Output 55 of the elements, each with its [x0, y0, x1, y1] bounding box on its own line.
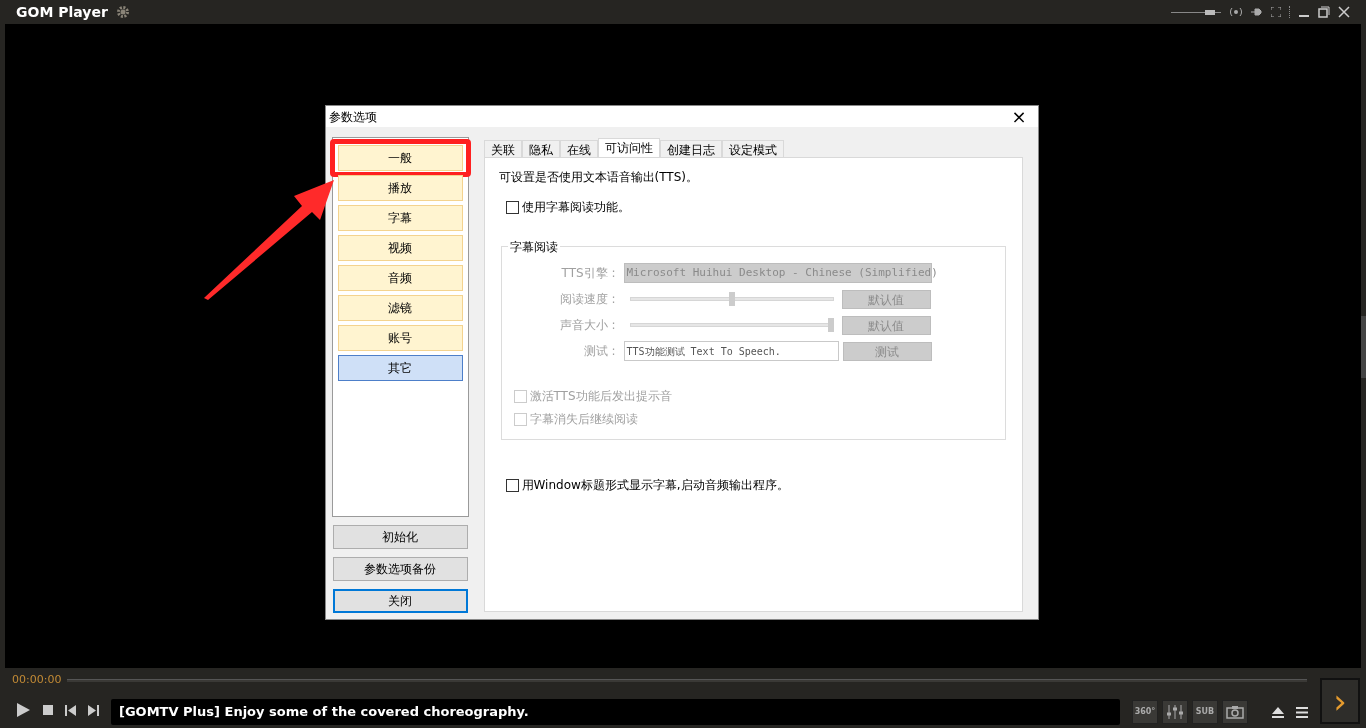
subtitle-button[interactable]: SUB [1192, 700, 1218, 724]
equalizer-button[interactable] [1162, 700, 1188, 724]
play-icon[interactable] [15, 702, 31, 718]
tab[interactable]: 创建日志 [659, 140, 722, 157]
category-item[interactable]: 音频 [337, 265, 463, 291]
next-panel-button[interactable]: › [1320, 678, 1360, 724]
tab[interactable]: 隐私 [521, 140, 560, 157]
menu-icon[interactable] [1296, 706, 1308, 718]
gear-icon[interactable] [115, 5, 130, 19]
pin-icon[interactable] [1251, 7, 1263, 17]
dialog-button[interactable]: 初始化 [332, 525, 468, 549]
ticker-text: [GOMTV Plus] Enjoy some of the covered choreography. [119, 703, 529, 722]
equalizer-icon [1166, 704, 1184, 720]
category-item[interactable]: 账号 [337, 325, 463, 351]
app-title: GOM Player [16, 2, 108, 22]
dialog-button[interactable]: 参数选项备份 [332, 557, 468, 581]
tab[interactable]: 在线 [559, 140, 598, 157]
tab[interactable]: 设定模式 [721, 140, 784, 157]
volume-thumb[interactable] [1205, 9, 1215, 15]
next-icon[interactable] [88, 704, 99, 716]
fullscreen-icon[interactable] [1271, 7, 1281, 17]
field-label: 测试 : [582, 343, 617, 360]
tab[interactable]: 关联 [483, 140, 522, 157]
category-item[interactable]: 字幕 [337, 205, 463, 231]
dialog-title: 参数选项 [328, 108, 377, 126]
checkbox-label: 使用字幕阅读功能。 [521, 199, 630, 216]
group-title: 字幕阅读 [507, 238, 560, 256]
tab[interactable]: 可访问性 [597, 138, 660, 157]
field-label: 声音大小 : [558, 317, 617, 334]
previous-icon[interactable] [65, 704, 76, 716]
field-label: 阅读速度 : [558, 291, 617, 308]
close-button[interactable]: × [1003, 107, 1035, 126]
camera-button[interactable] [1222, 700, 1248, 724]
dropdown-value: Microsoft Huihui Desktop - Chinese (Simplified) [626, 264, 938, 281]
side-handle[interactable] [1361, 316, 1366, 378]
restore-icon[interactable] [1318, 6, 1330, 18]
vr-button[interactable]: 360° [1132, 700, 1158, 724]
close-icon[interactable] [1338, 6, 1350, 18]
checkbox-label: 字幕消失后继续阅读 [529, 411, 638, 428]
checkbox[interactable] [505, 200, 519, 214]
broadcast-icon[interactable] [1229, 7, 1243, 17]
camera-icon [1226, 705, 1244, 719]
eject-icon[interactable] [1272, 706, 1284, 718]
time-display: 00:00:00 [12, 671, 62, 688]
checkbox-label: 激活TTS功能后发出提示音 [529, 388, 672, 405]
category-item[interactable]: 播放 [337, 175, 463, 201]
checkbox-label: 用Window标题形式显示字幕,启动音频输出程序。 [521, 477, 789, 494]
category-item[interactable]: 滤镜 [337, 295, 463, 321]
intro-text: 可设置是否使用文本语音输出(TTS)。 [498, 169, 699, 186]
category-item[interactable]: 一般 [337, 145, 463, 171]
category-item[interactable]: 视频 [337, 235, 463, 261]
dialog-button[interactable]: 关闭 [332, 589, 468, 613]
field-label: TTS引擎 : [560, 265, 617, 282]
checkbox[interactable] [505, 478, 519, 492]
category-item[interactable]: 其它 [337, 355, 463, 381]
